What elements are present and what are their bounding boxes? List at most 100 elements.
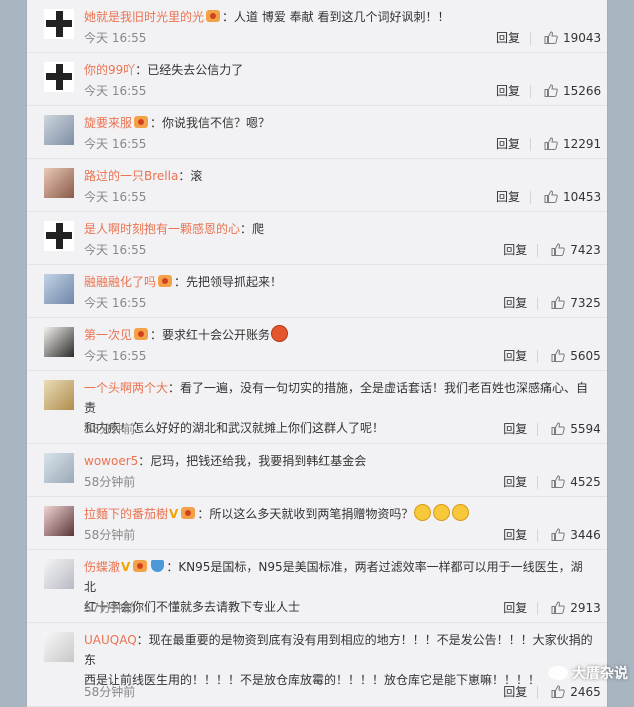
- timestamp: 今天 16:55: [84, 296, 147, 310]
- reply-button[interactable]: 回复: [503, 242, 527, 258]
- reply-button[interactable]: 回复: [503, 474, 527, 490]
- reply-button[interactable]: 回复: [496, 83, 520, 99]
- avatar[interactable]: [44, 62, 74, 92]
- timestamp: 今天 16:55: [84, 84, 147, 98]
- reply-button[interactable]: 回复: [503, 421, 527, 437]
- timestamp: 今天 16:55: [84, 243, 147, 257]
- like-count: 5594: [570, 422, 601, 436]
- comment-text: ：滚: [178, 169, 203, 183]
- timestamp: 58分钟前: [84, 528, 136, 542]
- verified-v-icon: V: [121, 560, 131, 574]
- comment-row: 拉麵下的番茄樹V ：所以这么多天就收到两笔捐赠物资吗？ 58分钟前 回复 3446: [27, 497, 607, 550]
- vip-badge-icon: [134, 116, 149, 128]
- divider: [537, 529, 539, 542]
- comment-row: 一个头啊两个大：看了一遍，没有一句切实的措施，全是虚话套话！我们老百姓也深感痛心…: [27, 371, 607, 444]
- timestamp: 今天 16:55: [84, 137, 147, 151]
- reply-button[interactable]: 回复: [496, 136, 520, 152]
- divider: [537, 244, 539, 257]
- comment-row: UAUQAQ：现在最重要的是物资到底有没有用到相应的地方！！！不是发公告！！！大…: [27, 623, 607, 707]
- avatar[interactable]: [44, 115, 74, 145]
- divider: [537, 297, 539, 310]
- wechat-icon: [548, 666, 568, 680]
- avatar[interactable]: [44, 632, 74, 662]
- username-link[interactable]: UAUQAQ: [84, 633, 137, 647]
- divider: [537, 350, 539, 363]
- comment-row: 你的99吖：已经失去公信力了今天 16:55 回复 15266: [27, 53, 607, 106]
- username-link[interactable]: 伤蝶澈: [84, 560, 120, 574]
- avatar[interactable]: [44, 380, 74, 410]
- comment-text: ：要求红十会公开账务: [150, 328, 271, 342]
- avatar[interactable]: [44, 9, 74, 39]
- comment-row: 融融融化了吗 ：先把领导抓起来！ 今天 16:55 回复 7325: [27, 265, 607, 318]
- thumbs-up-icon[interactable]: [544, 84, 558, 97]
- thumbs-up-icon[interactable]: [544, 190, 558, 203]
- like-count: 15266: [563, 84, 602, 98]
- timestamp: 58分钟前: [84, 475, 136, 489]
- like-count: 3446: [570, 528, 601, 542]
- comment-text: ：先把领导抓起来！: [174, 275, 283, 289]
- divider: [530, 32, 531, 45]
- reply-button[interactable]: 回复: [503, 684, 527, 700]
- divider: [530, 138, 531, 151]
- thumbs-up-icon[interactable]: [551, 528, 565, 541]
- divider: [537, 602, 539, 615]
- comment-text-continued: 西是让前线医生用的！！！！不是放仓库放霉的！！！！放仓库它是能下崽嘛！！！！: [84, 673, 541, 687]
- thumbs-up-icon[interactable]: [551, 685, 565, 698]
- username-link[interactable]: 是人啊时刻抱有一颗感恩的心: [84, 222, 240, 236]
- username-link[interactable]: 路过的一只Brella: [84, 169, 178, 183]
- avatar[interactable]: [44, 221, 74, 251]
- comment-row: 旋要来服 ：你说我信不信？嗯？ 今天 16:55 回复 12291: [27, 106, 607, 159]
- avatar[interactable]: [44, 453, 74, 483]
- username-link[interactable]: wowoer5: [84, 454, 138, 468]
- vip-badge-icon: [181, 507, 196, 519]
- thumbs-up-icon[interactable]: [544, 137, 558, 150]
- comment-text: ：现在最重要的是物资到底有没有用到相应的地方！！！不是发公告！！！大家伙捐的东: [84, 633, 593, 667]
- reply-button[interactable]: 回复: [503, 527, 527, 543]
- thumbs-up-icon[interactable]: [551, 475, 565, 488]
- grin-emoji-icon: [452, 504, 470, 521]
- divider: [530, 191, 531, 204]
- comment-row: 伤蝶澈V ：KN95是国标，N95是美国标准，两者过滤效率一样都可以用于一线医生，…: [27, 550, 607, 623]
- thumbs-up-icon[interactable]: [551, 296, 565, 309]
- thumbs-up-icon[interactable]: [551, 349, 565, 362]
- comment-row: 是人啊时刻抱有一颗感恩的心：爬 今天 16:55 回复 7423: [27, 212, 607, 265]
- username-link[interactable]: 融融融化了吗: [84, 275, 156, 289]
- thumbs-up-icon[interactable]: [551, 422, 565, 435]
- timestamp: 今天 16:55: [84, 190, 147, 204]
- username-link[interactable]: 拉麵下的番茄樹: [84, 507, 168, 521]
- username-link[interactable]: 第一次见: [84, 328, 132, 342]
- username-link[interactable]: 你的99吖: [84, 63, 135, 77]
- vip-badge-icon: [134, 328, 149, 340]
- verified-v-icon: V: [169, 507, 179, 521]
- like-count: 2465: [570, 685, 601, 699]
- timestamp: 57分钟前: [84, 601, 136, 615]
- like-count: 4525: [570, 475, 601, 489]
- username-link[interactable]: 旋要来服: [84, 116, 132, 130]
- avatar[interactable]: [44, 274, 74, 304]
- avatar[interactable]: [44, 168, 74, 198]
- thumbs-up-icon[interactable]: [551, 601, 565, 614]
- grin-emoji-icon: [433, 504, 451, 521]
- reply-button[interactable]: 回复: [503, 295, 527, 311]
- timestamp: 58分钟前: [84, 422, 136, 436]
- avatar[interactable]: [44, 327, 74, 357]
- username-link[interactable]: 一个头啊两个大: [84, 381, 168, 395]
- avatar[interactable]: [44, 559, 74, 589]
- thumbs-up-icon[interactable]: [544, 31, 558, 44]
- comment-row: 路过的一只Brella：滚今天 16:55 回复 10453: [27, 159, 607, 212]
- reply-button[interactable]: 回复: [496, 189, 520, 205]
- comment-text: ：尼玛，把钱还给我，我要捐到韩红基金会: [138, 454, 367, 468]
- timestamp: 58分钟前: [84, 685, 136, 699]
- comment-text: ：所以这么多天就收到两笔捐赠物资吗？: [197, 507, 414, 521]
- thumbs-up-icon[interactable]: [551, 243, 565, 256]
- divider: [537, 686, 539, 699]
- reply-button[interactable]: 回复: [503, 348, 527, 364]
- comment-text: ：已经失去公信力了: [135, 63, 244, 77]
- reply-button[interactable]: 回复: [496, 30, 520, 46]
- like-count: 10453: [563, 190, 602, 204]
- reply-button[interactable]: 回复: [503, 600, 527, 616]
- avatar[interactable]: [44, 506, 74, 536]
- like-count: 5605: [570, 349, 601, 363]
- like-count: 7325: [570, 296, 601, 310]
- username-link[interactable]: 她就是我旧时光里的光: [84, 10, 204, 24]
